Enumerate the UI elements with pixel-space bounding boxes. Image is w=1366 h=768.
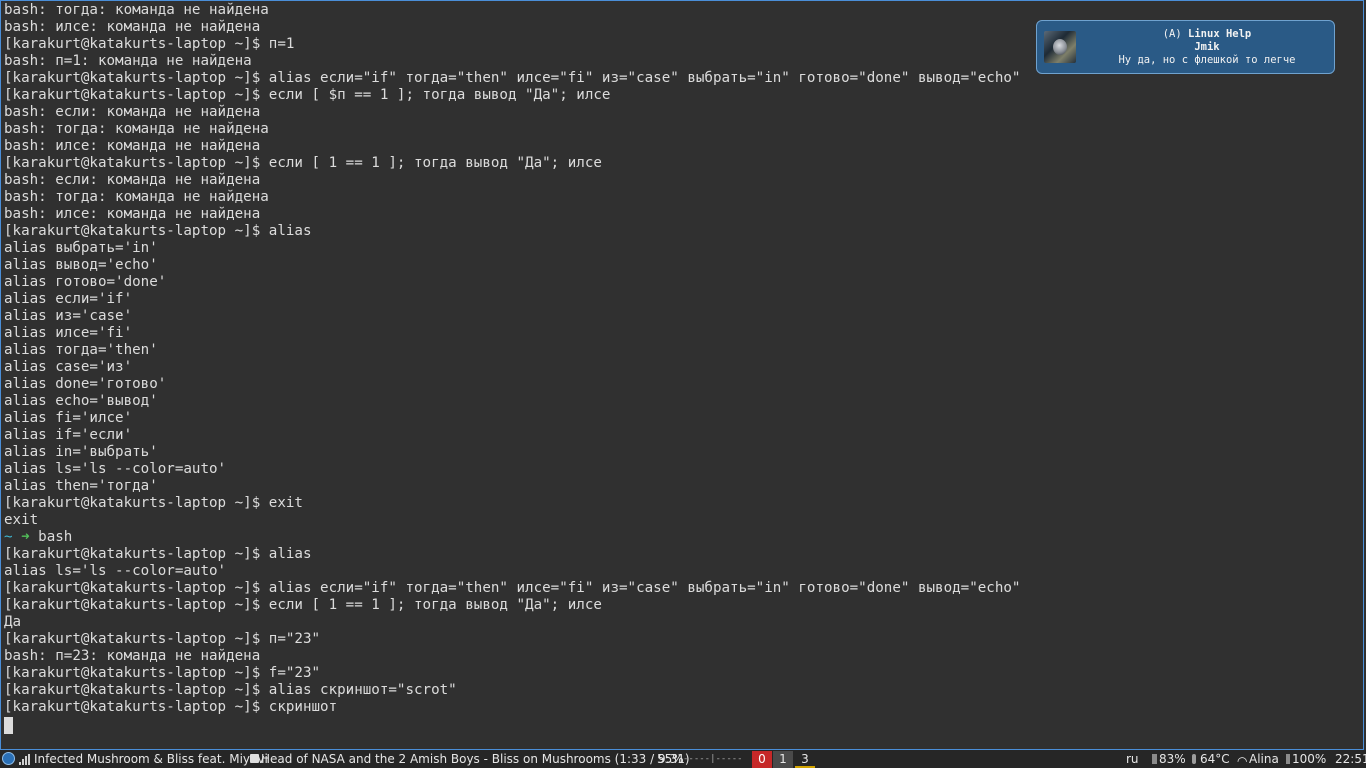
- terminal-line: alias выбрать='in': [4, 240, 158, 256]
- terminal-line: bash: п=23: команда не найдена: [4, 648, 261, 664]
- keyboard-layout[interactable]: ru: [1126, 750, 1139, 768]
- notification-body: Ну да, но с флешкой то легче: [1118, 54, 1296, 66]
- signal-bars-icon: [19, 754, 30, 765]
- desktop: bash: тогда: команда не найдена bash: илс…: [0, 0, 1366, 768]
- terminal-line: alias готово='done': [4, 274, 167, 290]
- prompt-tilde: ~: [4, 529, 13, 545]
- terminal-line: alias из='case': [4, 308, 133, 324]
- cpu-temperature: 64°C: [1200, 752, 1230, 766]
- terminal-line: bash: тогда: команда не найдена: [4, 2, 269, 18]
- terminal-line: alias тогда='then': [4, 342, 158, 358]
- thermometer-icon: [1192, 754, 1196, 764]
- terminal-line: exit: [4, 512, 39, 528]
- wifi-icon: ◠: [1237, 754, 1248, 768]
- terminal-line: bash: илсе: команда не найдена: [4, 206, 261, 222]
- wifi-network[interactable]: Alina: [1249, 750, 1279, 768]
- terminal-line: bash: тогда: команда не найдена: [4, 121, 269, 137]
- terminal-line: bash: илсе: команда не найдена: [4, 19, 261, 35]
- terminal-output: bash: тогда: команда не найдена bash: илс…: [4, 2, 1020, 716]
- terminal-line: [karakurt@katakurts-laptop ~]$ f="23": [4, 665, 321, 681]
- terminal-line: bash: илсе: команда не найдена: [4, 138, 261, 154]
- battery-level: 83%: [1159, 752, 1186, 766]
- notification-title-prefix: (A): [1162, 28, 1189, 40]
- workspace-1[interactable]: 1: [773, 751, 793, 768]
- terminal-line: alias вывод='echo': [4, 257, 158, 273]
- terminal-line: alias in='выбрать': [4, 444, 158, 460]
- terminal-line: alias ls='ls --color=auto': [4, 461, 227, 477]
- terminal-line: [karakurt@katakurts-laptop ~]$ если [ $п…: [4, 87, 611, 103]
- terminal-line: alias done='готово': [4, 376, 167, 392]
- terminal-line: bash: тогда: команда не найдена: [4, 189, 269, 205]
- terminal-line: alias case='из': [4, 359, 133, 375]
- terminal-line: [karakurt@katakurts-laptop ~]$ alias скр…: [4, 682, 457, 698]
- brightness-level[interactable]: 100%: [1292, 750, 1326, 768]
- terminal-line: alias if='если': [4, 427, 133, 443]
- volume-bar[interactable]: -----|-----: [683, 754, 743, 764]
- terminal-cursor: [4, 717, 13, 734]
- workspace-0[interactable]: 0: [752, 751, 772, 768]
- clock: 22:51: [1335, 752, 1366, 766]
- media-artist[interactable]: Infected Mushroom & Bliss feat. Miyavi: [34, 750, 268, 768]
- notification-sender: Jmik: [1194, 41, 1220, 53]
- terminal-line: alias ls='ls --color=auto': [4, 563, 227, 579]
- prompt-command: bash: [29, 529, 73, 545]
- notification-title: (A) Linux Help: [1081, 28, 1333, 41]
- brightness-icon: [1286, 754, 1290, 764]
- music-note-icon: [250, 754, 259, 763]
- terminal-window[interactable]: bash: тогда: команда не найдена bash: илс…: [0, 0, 1364, 750]
- terminal-line: [karakurt@katakurts-laptop ~]$ п="23": [4, 631, 321, 647]
- terminal-line: [karakurt@katakurts-laptop ~]$ alias: [4, 223, 312, 239]
- terminal-line: [karakurt@katakurts-laptop ~]$ скриншот: [4, 699, 338, 715]
- avatar: [1044, 31, 1076, 63]
- terminal-line: [karakurt@katakurts-laptop ~]$ alias: [4, 546, 312, 562]
- media-title[interactable]: Head of NASA and the 2 Amish Boys - Blis…: [261, 750, 690, 768]
- terminal-line: [karakurt@katakurts-laptop ~]$ если [ 1 …: [4, 155, 602, 171]
- battery-icon: [1152, 754, 1157, 764]
- notification-chat-name: Linux Help: [1188, 28, 1252, 40]
- terminal-line: Да: [4, 614, 22, 630]
- prompt-arrow-icon: ➜: [21, 529, 30, 545]
- volume-level[interactable]: 55%: [657, 750, 684, 768]
- terminal-line: [karakurt@katakurts-laptop ~]$ alias есл…: [4, 70, 1021, 86]
- distro-logo-icon[interactable]: [2, 752, 15, 765]
- notification-popup[interactable]: (A) Linux Help Jmik Ну да, но с флешкой …: [1036, 20, 1335, 74]
- terminal-line: [karakurt@katakurts-laptop ~]$ alias есл…: [4, 580, 1021, 596]
- terminal-line: alias если='if': [4, 291, 133, 307]
- terminal-line: [karakurt@katakurts-laptop ~]$ если [ 1 …: [4, 597, 602, 613]
- terminal-line: alias then='тогда': [4, 478, 158, 494]
- terminal-line: bash: если: команда не найдена: [4, 172, 261, 188]
- terminal-line: alias fi='илсе': [4, 410, 133, 426]
- workspace-3[interactable]: 3: [795, 751, 815, 768]
- terminal-line: bash: п=1: команда не найдена: [4, 53, 252, 69]
- terminal-line: alias илсе='fi': [4, 325, 133, 341]
- terminal-line: bash: если: команда не найдена: [4, 104, 261, 120]
- terminal-line: [karakurt@katakurts-laptop ~]$ exit: [4, 495, 303, 511]
- terminal-line: [karakurt@katakurts-laptop ~]$ п=1: [4, 36, 295, 52]
- terminal-line: alias echo='вывод': [4, 393, 158, 409]
- status-bar: Infected Mushroom & Bliss feat. Miyavi H…: [0, 750, 1366, 768]
- zsh-prompt-line: ~ ➜ bash: [4, 529, 1020, 546]
